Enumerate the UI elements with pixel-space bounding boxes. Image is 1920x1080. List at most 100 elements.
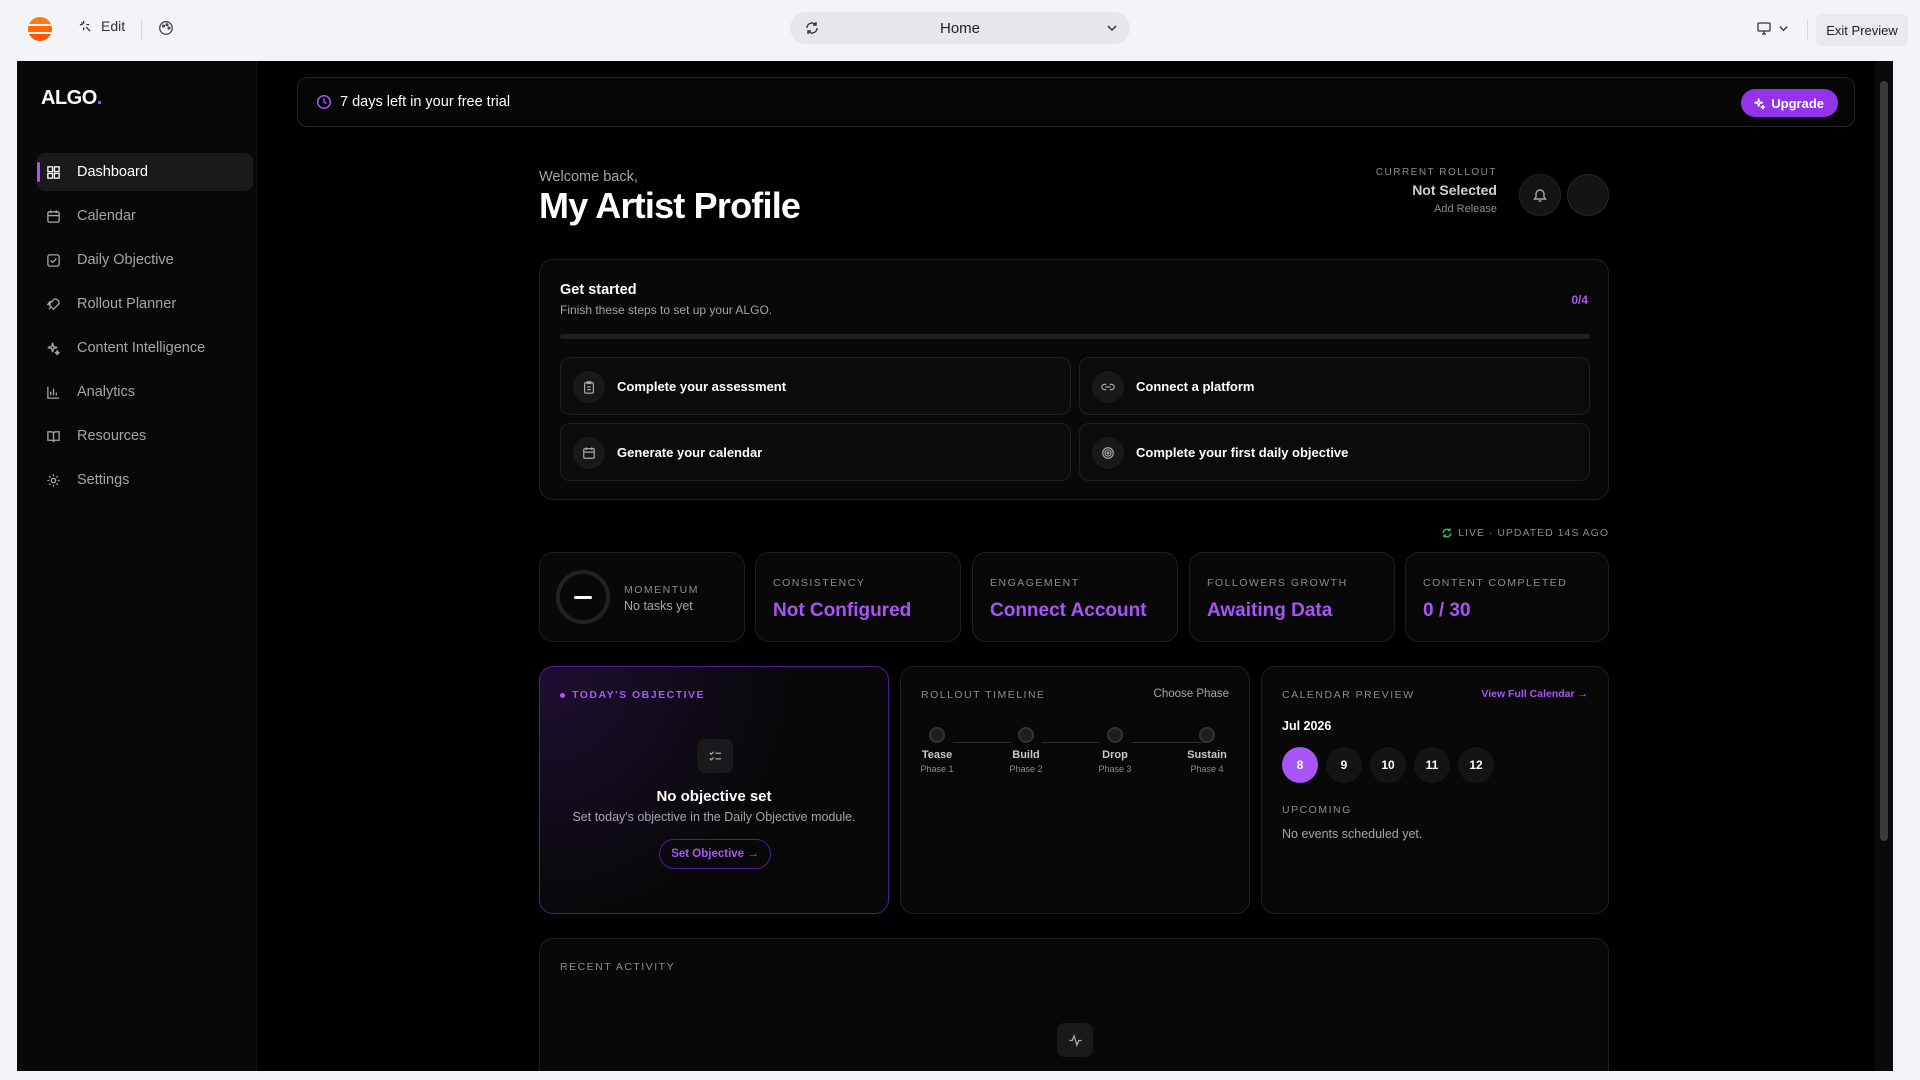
avatar[interactable]: [1567, 174, 1609, 216]
sidebar-item-label: Daily Objective: [77, 252, 174, 268]
add-release-link[interactable]: Add Release: [1376, 203, 1497, 215]
edit-button[interactable]: Edit: [78, 18, 125, 34]
sidebar-item-label: Content Intelligence: [77, 340, 206, 356]
clock-icon: [316, 94, 332, 110]
sidebar-item-calendar[interactable]: Calendar: [37, 197, 253, 235]
notifications-button[interactable]: [1519, 174, 1561, 216]
set-objective-button[interactable]: Set Objective →: [659, 839, 771, 869]
todays-objective-card: TODAY'S OBJECTIVE No objective set Set t…: [539, 666, 889, 914]
trial-banner: 7 days left in your free trial Upgrade: [297, 77, 1855, 127]
sidebar-item-settings[interactable]: Settings: [37, 461, 253, 499]
trial-text: 7 days left in your free trial: [340, 94, 511, 110]
device-switcher[interactable]: [1756, 20, 1789, 36]
metric-value: No tasks yet: [624, 599, 693, 613]
calendar-preview-card: CALENDAR PREVIEW View Full Calendar → Ju…: [1261, 666, 1609, 914]
sidebar: ALGO. Dashboard Calendar Daily Objective…: [17, 61, 257, 1071]
check-square-icon: [47, 254, 60, 267]
clipboard-icon: [584, 381, 594, 394]
upgrade-label: Upgrade: [1771, 95, 1824, 111]
brand-logo[interactable]: ALGO.: [41, 87, 102, 110]
timeline-key: ROLLOUT TIMELINE: [921, 689, 1046, 701]
app-preview: ALGO. Dashboard Calendar Daily Objective…: [17, 61, 1893, 1071]
sidebar-item-analytics[interactable]: Analytics: [37, 373, 253, 411]
momentum-card: MOMENTUM No tasks yet: [539, 552, 745, 642]
content-completed-card: CONTENT COMPLETED 0 / 30: [1405, 552, 1609, 642]
calendar-day[interactable]: 10: [1370, 747, 1406, 783]
objective-title: No objective set: [656, 788, 772, 805]
sidebar-item-label: Rollout Planner: [77, 296, 177, 312]
metric-value: Awaiting Data: [1207, 600, 1333, 621]
scrollbar[interactable]: [1875, 61, 1893, 1071]
step-connect-platform[interactable]: Connect a platform: [1079, 357, 1590, 415]
step-complete-assessment[interactable]: Complete your assessment: [560, 357, 1071, 415]
view-full-calendar-link[interactable]: View Full Calendar →: [1481, 688, 1588, 700]
upcoming-key: UPCOMING: [1282, 804, 1352, 816]
sparkles-icon: [1754, 98, 1766, 110]
metric-key: MOMENTUM: [624, 584, 699, 596]
sidebar-item-resources[interactable]: Resources: [37, 417, 253, 455]
upcoming-empty: No events scheduled yet.: [1282, 827, 1423, 841]
link-icon: [1101, 383, 1115, 391]
calendar-day[interactable]: 11: [1414, 747, 1450, 783]
sidebar-item-label: Analytics: [77, 384, 136, 400]
metric-key: FOLLOWERS GROWTH: [1207, 577, 1348, 589]
metric-value[interactable]: Connect Account: [990, 600, 1147, 622]
calendar-day-selected[interactable]: 8: [1282, 747, 1318, 783]
bell-icon: [1533, 189, 1547, 202]
get-started-progress: [560, 334, 1590, 339]
recent-activity-card: RECENT ACTIVITY: [539, 938, 1609, 1071]
rocket-icon: [46, 298, 60, 311]
step-generate-calendar[interactable]: Generate your calendar: [560, 423, 1071, 481]
live-text: LIVE · UPDATED 14S AGO: [1458, 527, 1609, 539]
metric-key: CONSISTENCY: [773, 577, 866, 589]
get-started-card: Get started Finish these steps to set up…: [539, 259, 1609, 500]
sidebar-item-label: Calendar: [77, 208, 136, 224]
objective-key: TODAY'S OBJECTIVE: [560, 689, 705, 701]
exit-preview-button[interactable]: Exit Preview: [1816, 14, 1908, 46]
page-select-label: Home: [939, 20, 980, 37]
sparkle-cursor-icon: [79, 20, 91, 32]
phase-tease[interactable]: Tease Phase 1: [907, 727, 967, 774]
calendar-day[interactable]: 9: [1326, 747, 1362, 783]
calendar-day[interactable]: 12: [1458, 747, 1494, 783]
step-label: Connect a platform: [1136, 379, 1255, 394]
sidebar-item-label: Dashboard: [77, 164, 148, 180]
gear-icon: [47, 474, 60, 487]
sidebar-item-rollout-planner[interactable]: Rollout Planner: [37, 285, 253, 323]
get-started-title: Get started: [560, 282, 637, 298]
bar-chart-icon: [47, 386, 60, 399]
phase-drop[interactable]: Drop Phase 3: [1085, 727, 1145, 774]
rollout-timeline-card: ROLLOUT TIMELINE Choose Phase Tease Phas…: [900, 666, 1250, 914]
phase-build[interactable]: Build Phase 2: [996, 727, 1056, 774]
sparkles-icon: [47, 342, 60, 356]
momentum-ring: [556, 570, 610, 624]
palette-button[interactable]: [158, 20, 174, 36]
choose-phase-button[interactable]: Choose Phase: [1154, 688, 1229, 700]
upgrade-button[interactable]: Upgrade: [1741, 89, 1838, 117]
phase-sustain[interactable]: Sustain Phase 4: [1177, 727, 1237, 774]
get-started-subtitle: Finish these steps to set up your ALGO.: [560, 303, 773, 317]
get-started-count: 0/4: [1571, 293, 1588, 307]
book-icon: [47, 431, 60, 443]
chevron-down-icon: [1107, 25, 1117, 32]
objective-desc: Set today's objective in the Daily Objec…: [572, 810, 856, 824]
calendar-icon: [47, 210, 60, 223]
edit-label: Edit: [101, 18, 126, 34]
editor-logo[interactable]: [28, 17, 52, 41]
sidebar-item-daily-objective[interactable]: Daily Objective: [37, 241, 253, 279]
scrollbar-thumb[interactable]: [1880, 81, 1888, 841]
palette-icon: [159, 21, 173, 35]
sidebar-item-dashboard[interactable]: Dashboard: [37, 153, 253, 191]
list-check-icon: [697, 739, 733, 773]
grid-icon: [47, 166, 60, 179]
consistency-card: CONSISTENCY Not Configured: [755, 552, 961, 642]
page-selector[interactable]: Home: [790, 12, 1130, 44]
step-label: Generate your calendar: [617, 445, 763, 460]
rollout-key: CURRENT ROLLOUT: [1375, 167, 1497, 178]
sidebar-item-content-intelligence[interactable]: Content Intelligence: [37, 329, 253, 367]
current-rollout: CURRENT ROLLOUT Not Selected Add Release: [1376, 167, 1497, 215]
target-icon: [1102, 447, 1114, 459]
sidebar-item-label: Settings: [77, 472, 130, 488]
step-first-daily-objective[interactable]: Complete your first daily objective: [1079, 423, 1590, 481]
refresh-icon: [1442, 528, 1452, 538]
